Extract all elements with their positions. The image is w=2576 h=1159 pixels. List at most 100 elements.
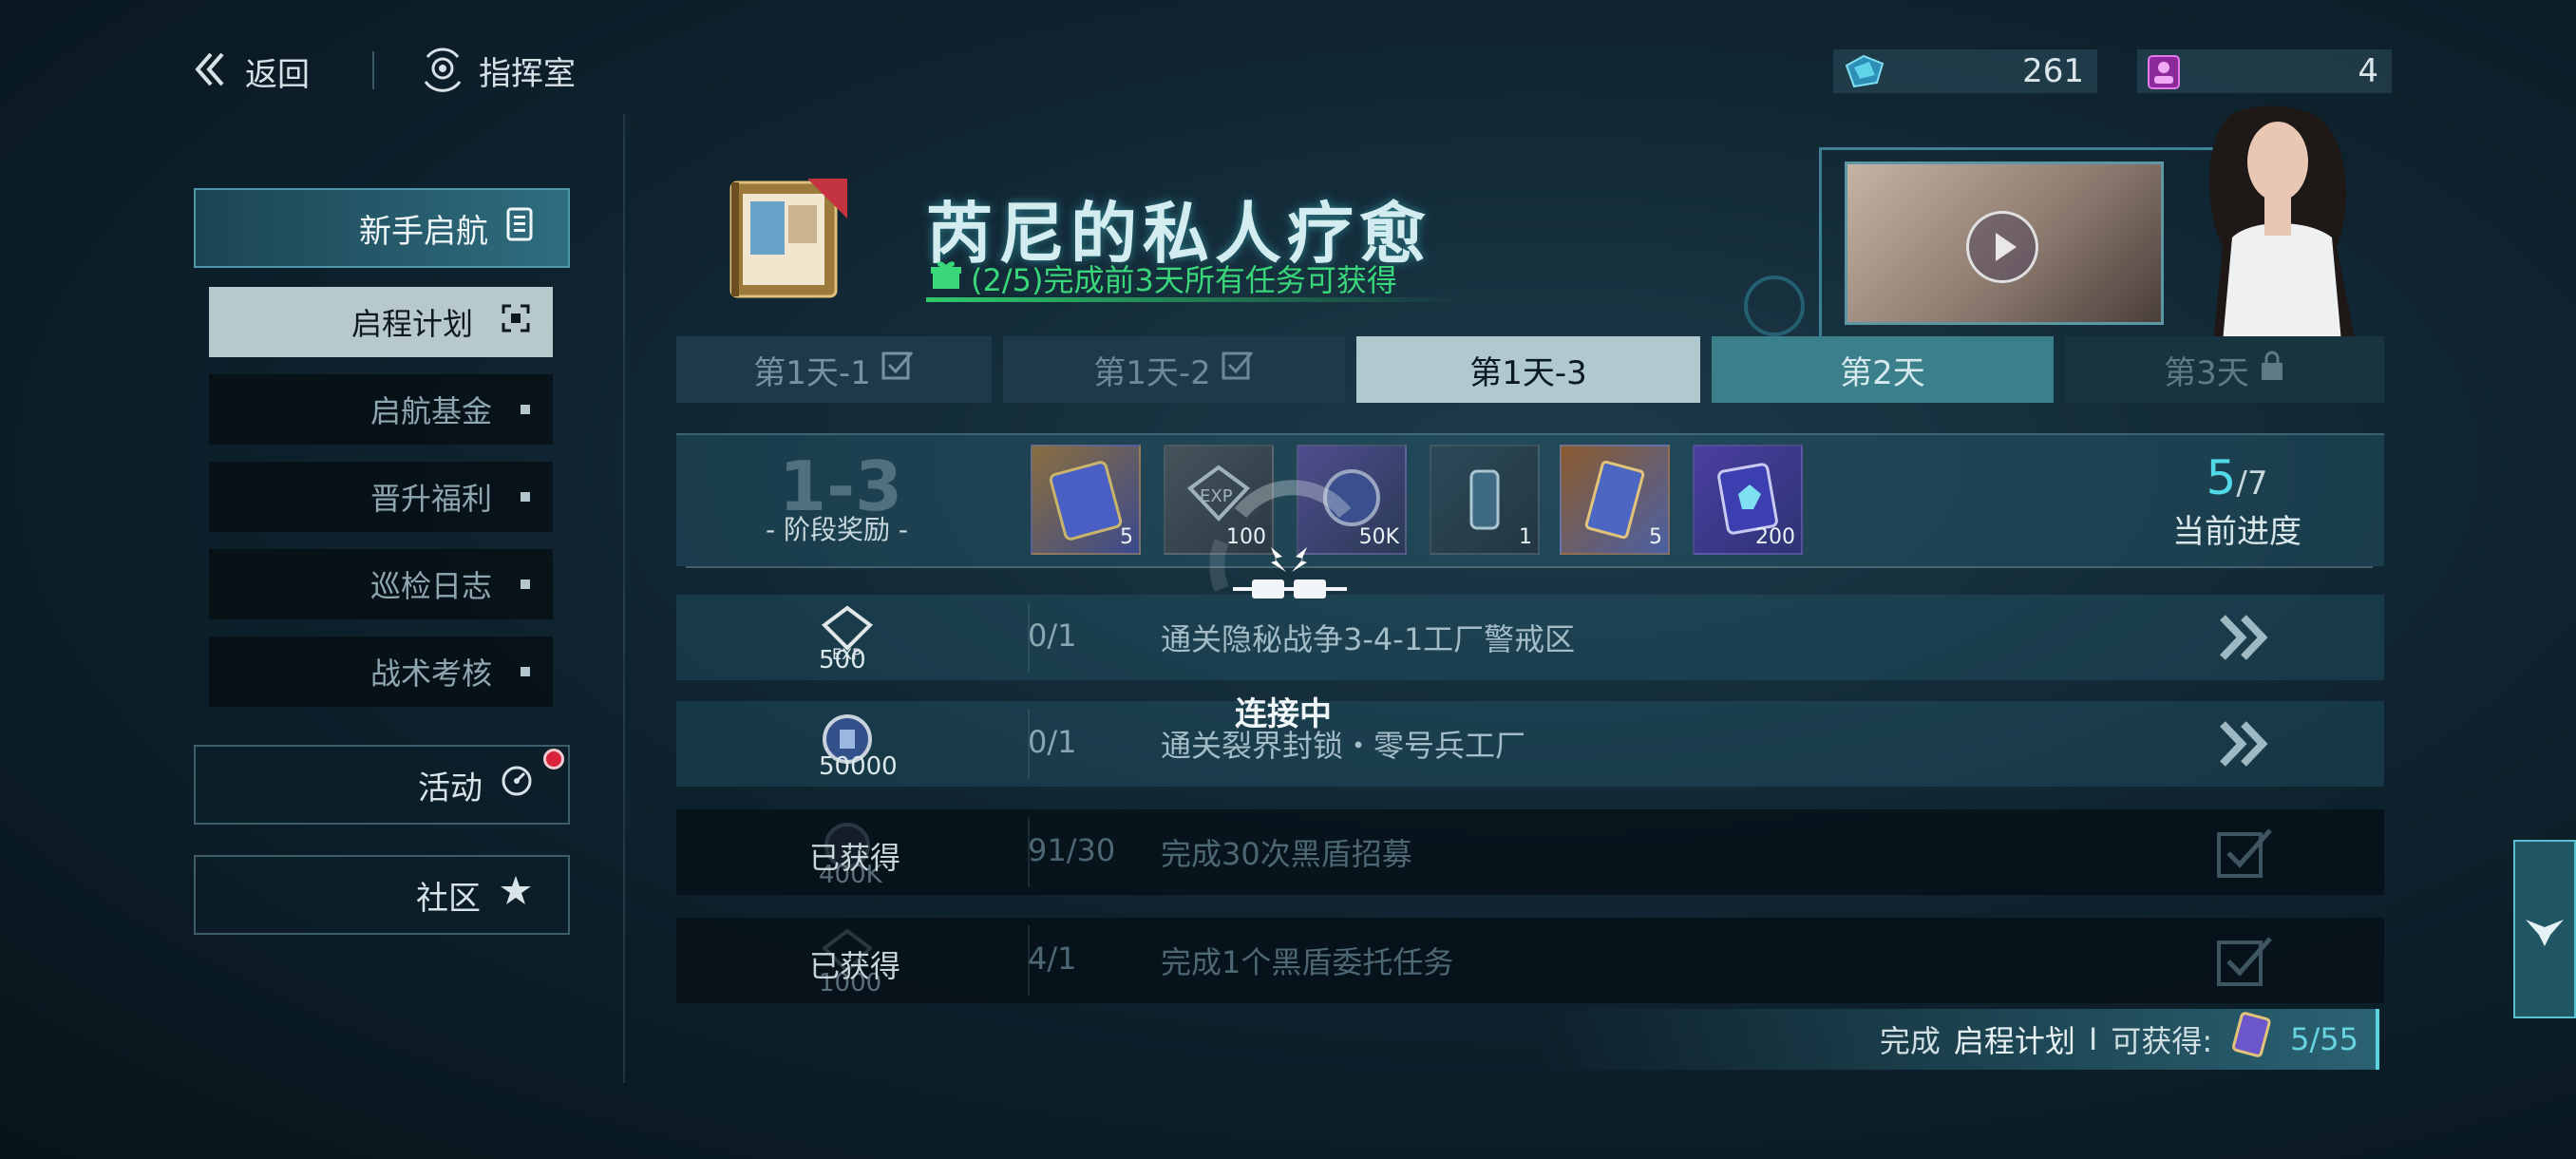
- event-subtitle: (2/5)完成前3天所有任务可获得: [929, 256, 1397, 300]
- focus-frame-icon: [502, 304, 530, 340]
- back-button[interactable]: 返回: [190, 46, 310, 97]
- back-label: 返回: [245, 55, 310, 94]
- sidebar-subitem-promotion-benefits[interactable]: 晋升福利: [209, 462, 553, 532]
- loading-spinner: [1184, 456, 1392, 665]
- sidebar-subitem-patrol-log[interactable]: 巡检日志: [209, 549, 553, 619]
- progress-current: 5: [2206, 450, 2237, 505]
- checkmark-icon: [2215, 935, 2276, 992]
- bullet-icon: [521, 405, 530, 414]
- reward-count: 500: [819, 646, 866, 674]
- claimed-label: 已获得: [809, 840, 901, 876]
- lock-icon: [2259, 350, 2285, 390]
- character-portrait: [2166, 95, 2375, 342]
- loading-text: 连接中: [1235, 695, 1332, 733]
- tab-day1-3[interactable]: 第1天-3: [1356, 336, 1700, 403]
- command-room-link[interactable]: 指挥室: [418, 44, 576, 97]
- card-pack-icon: [2226, 1010, 2277, 1069]
- stage-reward-label: - 阶段奖励 -: [766, 514, 909, 545]
- reward-count: 200: [1755, 525, 1795, 549]
- crystal-counter[interactable]: 261: [1833, 49, 2097, 93]
- sidebar-subitem-label: 晋升福利: [369, 481, 492, 517]
- play-button[interactable]: [1966, 211, 2038, 283]
- sidebar-item-activity[interactable]: 活动: [194, 745, 570, 825]
- task-progress: 0/1: [1028, 724, 1077, 760]
- task-row: 400K 已获得 91/30 完成30次黑盾招募: [676, 809, 2384, 895]
- task-description: 完成30次黑盾招募: [1161, 836, 1412, 872]
- bullet-icon: [521, 492, 530, 502]
- progress-total: /7: [2236, 465, 2268, 503]
- sidebar-subitem-tactical-exam[interactable]: 战术考核: [209, 636, 553, 707]
- sidebar-subitem-label: 巡检日志: [369, 568, 492, 604]
- go-arrow-button[interactable]: [2213, 718, 2280, 770]
- panel-divider: [686, 566, 2373, 568]
- header-divider: [372, 51, 374, 89]
- tab-day2[interactable]: 第2天: [1712, 336, 2054, 403]
- compass-icon: [500, 764, 534, 807]
- claimed-label: 已获得: [809, 948, 901, 984]
- tab-label: 第2天: [1840, 353, 1925, 392]
- tab-label: 第1天-3: [1469, 353, 1587, 392]
- tab-label: 第1天-1: [753, 353, 871, 392]
- radar-icon: [418, 44, 467, 97]
- footer-plan-name: 启程计划: [1953, 1023, 2075, 1059]
- sidebar-subitem-voyage-fund[interactable]: 启航基金: [209, 374, 553, 445]
- reward-count: 1: [1519, 525, 1532, 549]
- bullet-icon: [521, 667, 530, 676]
- footer-suffix: 可获得:: [2111, 1023, 2213, 1059]
- task-progress: 91/30: [1028, 832, 1116, 868]
- checkbox-checked-icon: [1221, 349, 1255, 391]
- reward-item-crystal-pack[interactable]: 200: [1693, 445, 1803, 555]
- recruit-ticket-icon: [2145, 52, 2183, 101]
- recruit-ticket-counter[interactable]: 4: [2137, 49, 2392, 93]
- task-row[interactable]: 50000 0/1 通关裂界封锁・零号兵工厂: [676, 701, 2384, 787]
- location-label: 指挥室: [479, 54, 576, 93]
- document-icon: [505, 206, 534, 251]
- footer-ratio: 5/55: [2290, 1021, 2358, 1057]
- task-row: 1000 已获得 4/1 完成1个黑盾委托任务: [676, 918, 2384, 1003]
- task-progress: 4/1: [1028, 940, 1077, 977]
- reward-count: 5: [1120, 525, 1133, 549]
- progress-label: 当前进度: [2172, 513, 2301, 551]
- sidebar-item-community[interactable]: 社区: [194, 855, 570, 935]
- crystal-icon: [1841, 52, 1888, 99]
- tab-day1-1[interactable]: 第1天-1: [676, 336, 992, 403]
- reward-count: 50000: [819, 752, 898, 781]
- checkbox-checked-icon: [881, 349, 915, 391]
- checkmark-icon: [2215, 826, 2276, 884]
- footer-prefix: 完成: [1879, 1023, 1941, 1059]
- notification-badge: [543, 749, 564, 770]
- sidebar-subitem-label: 启程计划: [350, 306, 473, 342]
- bullet-icon: [521, 580, 530, 589]
- reward-item-capsule[interactable]: 1: [1430, 445, 1540, 555]
- sidebar-subitem-journey-plan[interactable]: 启程计划: [209, 287, 553, 357]
- sidebar-item-newbie-voyage[interactable]: 新手启航: [194, 188, 570, 268]
- sidebar-item-label: 社区: [416, 879, 481, 918]
- gift-icon: [929, 258, 963, 298]
- reward-item-ticket[interactable]: 5: [1560, 445, 1670, 555]
- side-drawer-button[interactable]: [2513, 840, 2576, 1018]
- go-arrow-button[interactable]: [2213, 612, 2280, 663]
- tab-label: 第3天: [2164, 353, 2249, 392]
- tab-day1-2[interactable]: 第1天-2: [1003, 336, 1345, 403]
- star-icon: [498, 873, 534, 918]
- event-subtitle-text: (2/5)完成前3天所有任务可获得: [971, 262, 1397, 298]
- sidebar-subitem-label: 启航基金: [369, 393, 492, 429]
- completion-reward-bar[interactable]: 完成 启程计划 I 可获得: 5/55: [1539, 1009, 2379, 1070]
- task-progress: 0/1: [1028, 618, 1077, 654]
- sidebar-subitem-label: 战术考核: [369, 656, 492, 692]
- stage-progress: 5/7 当前进度: [2128, 450, 2346, 552]
- sidebar-item-label: 新手启航: [359, 212, 488, 251]
- event-film-icon: [722, 173, 864, 310]
- recruit-ticket-count: 4: [2358, 52, 2378, 90]
- task-description: 通关裂界封锁・零号兵工厂: [1161, 728, 1526, 764]
- tab-label: 第1天-2: [1093, 353, 1211, 392]
- wing-icon: [2522, 904, 2567, 954]
- tab-day3[interactable]: 第3天: [2065, 336, 2384, 403]
- double-chevron-left-icon: [190, 48, 232, 94]
- crystal-count: 261: [2022, 52, 2084, 90]
- reward-item-card-pack[interactable]: 5: [1031, 445, 1141, 555]
- reward-count: 5: [1649, 525, 1662, 549]
- sidebar-item-label: 活动: [418, 769, 483, 808]
- subtitle-underline: [926, 297, 1468, 302]
- task-row[interactable]: EXP 500 0/1 通关隐秘战争3-4-1工厂警戒区: [676, 595, 2384, 680]
